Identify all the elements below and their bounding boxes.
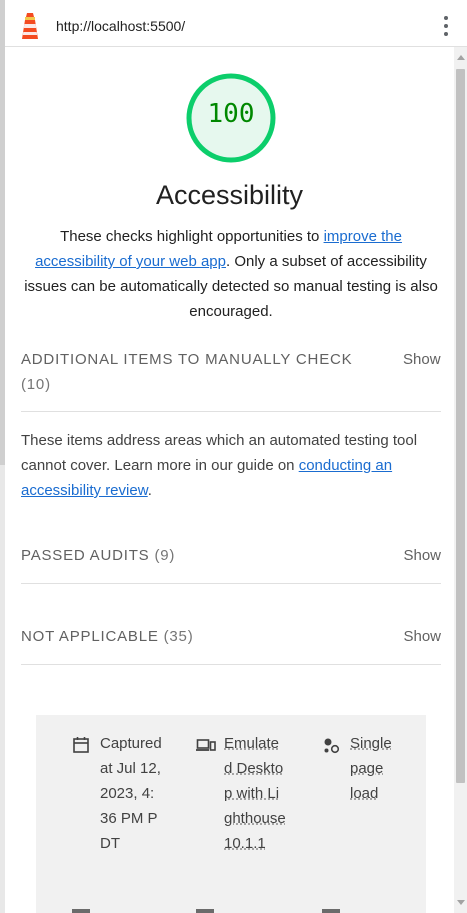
env-text: Emulated Desktop with Lighthouse 10.1.1: [224, 735, 286, 852]
group-title: PASSED AUDITS (9): [21, 547, 176, 564]
group-title: ADDITIONAL ITEMS TO MANUALLY CHECK (10): [21, 351, 353, 393]
group-not-applicable[interactable]: NOT APPLICABLE (35) Show: [21, 624, 441, 665]
group-passed-audits[interactable]: PASSED AUDITS (9) Show: [21, 543, 441, 584]
scroll-up-arrow-icon[interactable]: [457, 55, 465, 60]
manual-checks-description: These items address areas which an autom…: [21, 432, 418, 499]
calendar-icon: [73, 737, 89, 753]
show-toggle[interactable]: Show: [403, 543, 441, 568]
next-row-icon-partial: [322, 909, 340, 913]
group-title: NOT APPLICABLE (35): [21, 628, 194, 645]
group-manual-checks[interactable]: ADDITIONAL ITEMS TO MANUALLY CHECK (10) …: [21, 347, 441, 412]
scroll-down-arrow-icon[interactable]: [457, 900, 465, 905]
report-topbar: http://localhost:5500/: [5, 6, 467, 47]
lighthouse-logo-icon: [22, 13, 38, 39]
report-url: http://localhost:5500/: [56, 18, 186, 34]
runtime-settings: Captured at Jul 12, 2023, 4:36 PM PDT Em…: [36, 715, 426, 913]
category-description: These checks highlight opportunities to …: [24, 228, 438, 320]
vertical-scrollbar[interactable]: [454, 47, 467, 913]
show-toggle[interactable]: Show: [403, 624, 441, 649]
single-page-load-icon: [324, 738, 340, 754]
next-row-icon-partial: [72, 909, 90, 913]
show-toggle[interactable]: Show: [403, 347, 441, 372]
score-gauge: 100: [186, 73, 276, 163]
category-title: Accessibility: [155, 180, 304, 210]
env-text: Single page load: [350, 735, 392, 802]
next-row-icon-partial: [196, 909, 214, 913]
scrollbar-thumb[interactable]: [456, 69, 465, 783]
score-value: 100: [207, 99, 255, 129]
env-text: Captured at Jul 12, 2023, 4:36 PM PDT: [100, 735, 162, 852]
devices-icon: [196, 739, 216, 751]
window-frame-left: [0, 0, 5, 913]
tools-menu-icon[interactable]: [443, 16, 449, 36]
